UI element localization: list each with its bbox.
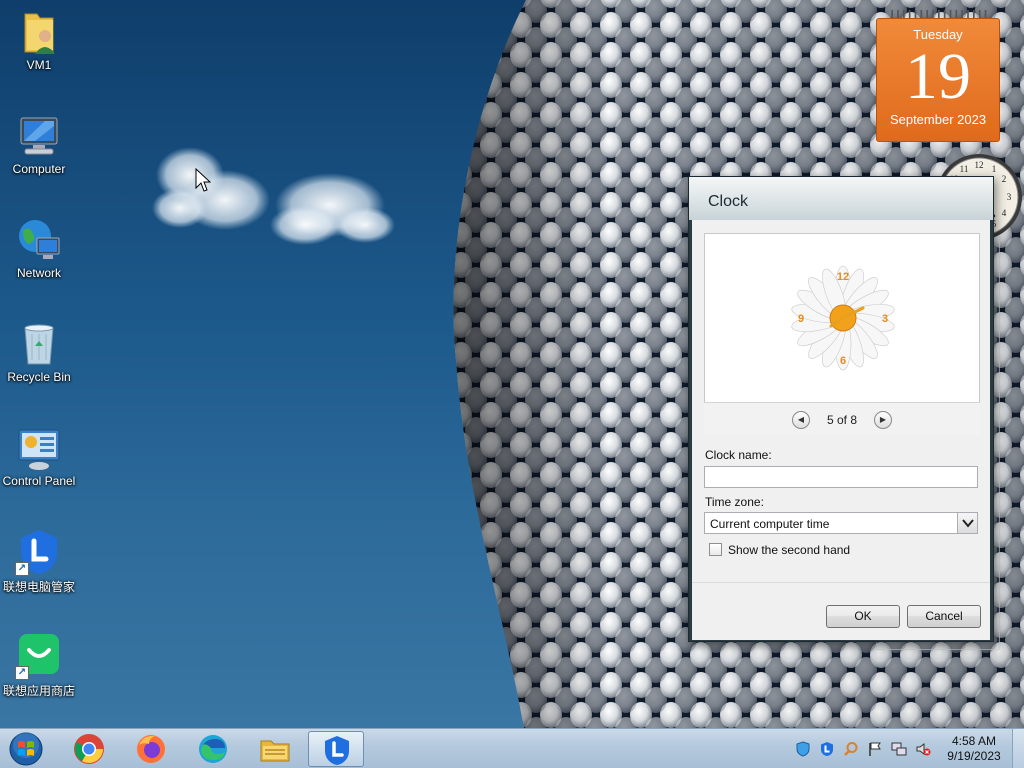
desktop-icon-lenovo-app-store[interactable]: ↗ 联想应用商店 (0, 632, 78, 699)
svg-text:6: 6 (840, 355, 846, 367)
dialog-body: 12 3 6 9 ◀ 5 of 8 ▶ Clock name: Time zone: … (692, 220, 990, 640)
desktop-icon-label: Network (16, 266, 61, 280)
svg-text:12: 12 (975, 160, 984, 170)
mouse-pointer-icon (195, 168, 211, 192)
start-orb-icon[interactable] (6, 731, 46, 767)
svg-text:4: 4 (1002, 208, 1007, 218)
second-hand-checkbox[interactable] (709, 543, 722, 556)
svg-text:11: 11 (960, 164, 969, 174)
chevron-down-icon[interactable] (957, 513, 977, 533)
svg-text:3: 3 (1007, 192, 1012, 202)
desktop-icon-control-panel[interactable]: Control Panel (0, 424, 78, 488)
flag-icon[interactable] (867, 741, 883, 757)
next-clock-button[interactable]: ▶ (874, 411, 892, 429)
firefox-icon (137, 735, 165, 763)
shortcut-arrow-icon: ↗ (15, 666, 29, 680)
lenovo-app-store-icon: ↗ (15, 632, 63, 680)
clock-name-input[interactable] (704, 466, 978, 488)
footer-divider (692, 582, 990, 583)
wallpaper-cloud (152, 147, 395, 245)
time-zone-label: Time zone: (705, 495, 764, 509)
taskbar-edge[interactable] (185, 731, 241, 767)
user-folder-icon (15, 8, 63, 56)
calendar-month-year: September 2023 (889, 112, 987, 127)
desktop-icon-recycle-bin[interactable]: Recycle Bin (0, 320, 78, 384)
recycle-bin-icon (15, 320, 63, 368)
dialog-titlebar[interactable]: Clock (689, 177, 993, 220)
network-tray-icon[interactable] (891, 741, 907, 757)
desktop-icon-label: Recycle Bin (7, 370, 71, 384)
show-desktop-button[interactable] (1012, 729, 1024, 768)
desktop-icon-label: VM1 (26, 58, 52, 72)
search-magnifier-icon[interactable] (843, 741, 859, 757)
system-date: 9/19/2023 (947, 749, 1001, 763)
calendar-date-number: 19 (905, 40, 971, 113)
desktop-icon-label: 联想电脑管家 (2, 580, 75, 594)
desktop-icon-label: Control Panel (2, 474, 76, 488)
svg-text:3: 3 (882, 313, 888, 325)
desktop-icon-lenovo-pc-manager[interactable]: ↗ 联想电脑管家 (0, 528, 78, 595)
lenovo-pc-manager-icon (325, 736, 349, 765)
taskbar-lenovo-pc-manager[interactable] (308, 731, 364, 767)
taskbar: 4:58 AM 9/19/2023 (0, 728, 1024, 768)
calendar-gadget[interactable]: Tuesday 19 September 2023 (876, 10, 1000, 142)
desktop-icon-network[interactable]: Network (0, 216, 78, 280)
edge-icon (199, 735, 227, 763)
lenovo-pc-manager-icon: ↗ (15, 528, 63, 576)
desktop-icon-vm1[interactable]: VM1 (0, 8, 78, 72)
shield-icon[interactable] (795, 741, 811, 757)
shortcut-arrow-icon: ↗ (15, 562, 29, 576)
taskbar-firefox[interactable] (123, 731, 179, 767)
svg-text:9: 9 (798, 313, 804, 325)
ok-button[interactable]: OK (826, 605, 900, 628)
desktop-icon-computer[interactable]: Computer (0, 112, 78, 176)
desktop-icon-label: 联想应用商店 (2, 684, 75, 698)
time-zone-select[interactable]: Current computer time (704, 512, 978, 534)
svg-text:12: 12 (837, 271, 849, 283)
preview-navigation: ◀ 5 of 8 ▶ (704, 402, 980, 435)
preview-counter: 5 of 8 (826, 413, 858, 427)
clock-name-label: Clock name: (705, 448, 772, 462)
network-icon (15, 216, 63, 264)
time-zone-value: Current computer time (710, 517, 830, 531)
control-panel-icon (15, 424, 63, 472)
daisy-clock-preview-icon: 12 3 6 9 (791, 265, 895, 371)
system-time: 4:58 AM (951, 734, 997, 748)
desktop-icon-label: Computer (12, 162, 66, 176)
file-explorer-icon (260, 740, 290, 762)
cancel-button[interactable]: Cancel (907, 605, 981, 628)
computer-icon (15, 112, 63, 160)
svg-text:1: 1 (992, 164, 997, 174)
chrome-icon (74, 734, 104, 764)
taskbar-chrome[interactable] (61, 731, 117, 767)
system-clock[interactable]: 4:58 AM 9/19/2023 (944, 734, 1004, 764)
svg-text:2: 2 (1002, 174, 1007, 184)
taskbar-file-explorer[interactable] (247, 731, 303, 767)
clock-settings-dialog: Clock 12 3 6 9 ◀ 5 of 8 ▶ Clock name: Ti… (688, 176, 994, 642)
second-hand-label[interactable]: Show the second hand (728, 543, 850, 557)
volume-muted-icon[interactable] (915, 741, 931, 757)
dialog-title: Clock (708, 193, 749, 210)
lenovo-tray-icon[interactable] (819, 741, 835, 757)
calendar-page: Tuesday 19 September 2023 (876, 18, 1000, 142)
